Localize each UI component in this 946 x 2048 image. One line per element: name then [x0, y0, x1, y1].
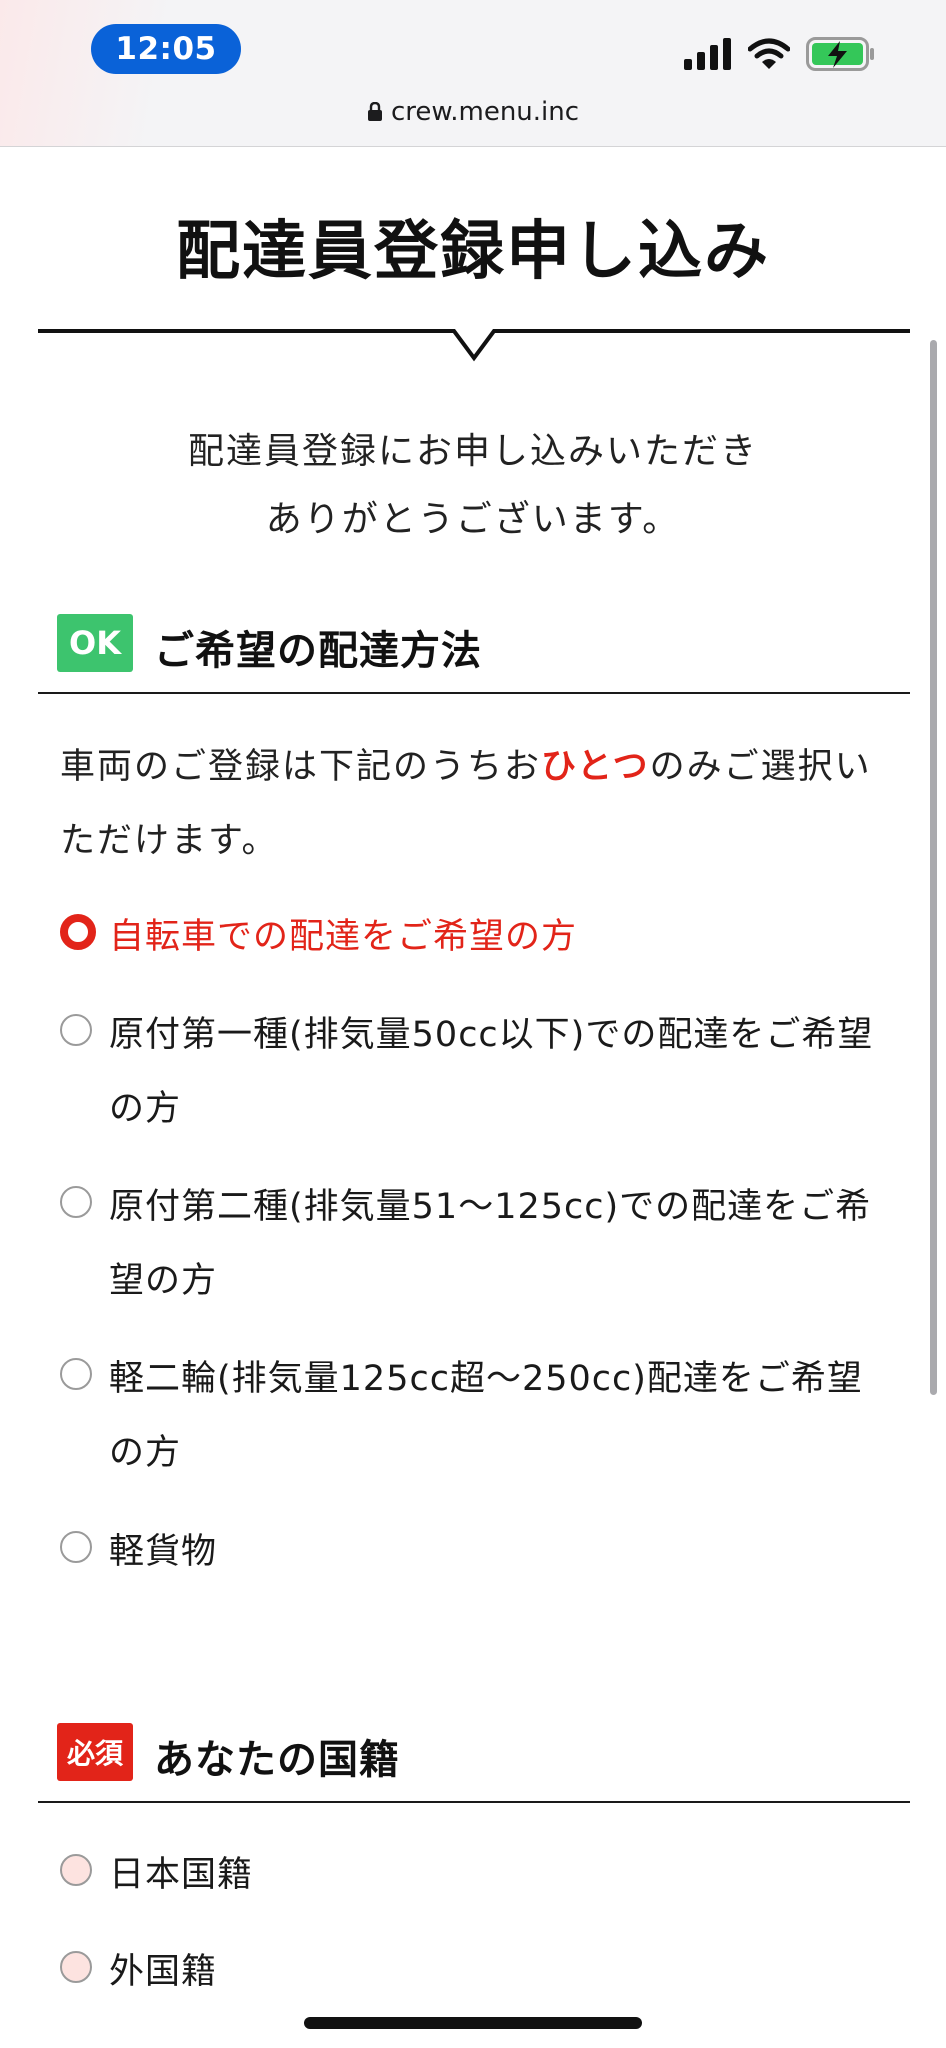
radio-button[interactable] — [60, 1186, 92, 1218]
browser-status-bar: 12:05 crew.menu.inc — [0, 0, 946, 147]
nationality-title: あなたの国籍 — [154, 1737, 400, 1783]
radio-button[interactable] — [60, 1014, 92, 1046]
delivery-method-title: ご希望の配達方法 — [154, 628, 482, 674]
option-light-cargo[interactable]: 軽貨物 — [60, 1515, 890, 1589]
radio-button-checked[interactable] — [60, 914, 96, 950]
option-label: 軽貨物 — [109, 1532, 218, 1572]
option-bicycle[interactable]: 自転車での配達をご希望の方 — [60, 900, 890, 974]
status-time: 12:05 — [91, 24, 241, 74]
battery-charging-icon — [806, 37, 874, 71]
radio-button[interactable] — [60, 1531, 92, 1563]
nationality-header: 必須 あなたの国籍 — [38, 1723, 910, 1803]
option-foreign[interactable]: 外国籍 — [60, 1935, 890, 2009]
selection-note: 車両のご登録は下記のうちおひとつのみご選択いただけます。 — [60, 730, 880, 878]
option-label: 軽二輪(排気量125cc超〜250cc)配達をご希望の方 — [109, 1359, 863, 1473]
required-badge: 必須 — [57, 1723, 133, 1781]
option-japanese[interactable]: 日本国籍 — [60, 1838, 890, 1912]
page-title: 配達員登録申し込み — [176, 215, 770, 289]
delivery-method-header: OK ご希望の配達方法 — [38, 614, 910, 694]
home-indicator[interactable] — [304, 2017, 642, 2029]
wifi-icon — [748, 38, 790, 69]
option-label: 原付第一種(排気量50cc以下)での配達をご希望の方 — [109, 1015, 874, 1129]
ok-badge: OK — [57, 614, 133, 672]
note-text-before: 車両のご登録は下記のうちお — [60, 747, 542, 787]
option-label: 外国籍 — [109, 1952, 218, 1992]
option-moped-class2[interactable]: 原付第二種(排気量51〜125cc)での配達をご希望の方 — [60, 1170, 890, 1318]
radio-button[interactable] — [60, 1951, 92, 1983]
status-icons — [684, 34, 876, 74]
note-emphasis: ひとつ — [541, 747, 650, 787]
url-text: crew.menu.inc — [390, 97, 580, 127]
intro-line-1: 配達員登録にお申し込みいただき — [187, 431, 758, 472]
option-label: 原付第二種(排気量51〜125cc)での配達をご希望の方 — [109, 1187, 872, 1301]
option-light-motorcycle[interactable]: 軽二輪(排気量125cc超〜250cc)配達をご希望の方 — [60, 1342, 890, 1490]
intro-text: 配達員登録にお申し込みいただき ありがとうございます。 — [0, 418, 946, 554]
address-bar[interactable]: crew.menu.inc — [0, 92, 946, 132]
title-divider — [38, 329, 910, 362]
option-label: 日本国籍 — [109, 1855, 254, 1895]
radio-button[interactable] — [60, 1358, 92, 1390]
radio-button[interactable] — [60, 1854, 92, 1886]
intro-line-2: ありがとうございます。 — [265, 499, 681, 540]
option-moped-class1[interactable]: 原付第一種(排気量50cc以下)での配達をご希望の方 — [60, 998, 890, 1146]
signal-icon — [684, 38, 731, 70]
option-label: 自転車での配達をご希望の方 — [109, 917, 578, 957]
lock-icon — [367, 102, 382, 121]
